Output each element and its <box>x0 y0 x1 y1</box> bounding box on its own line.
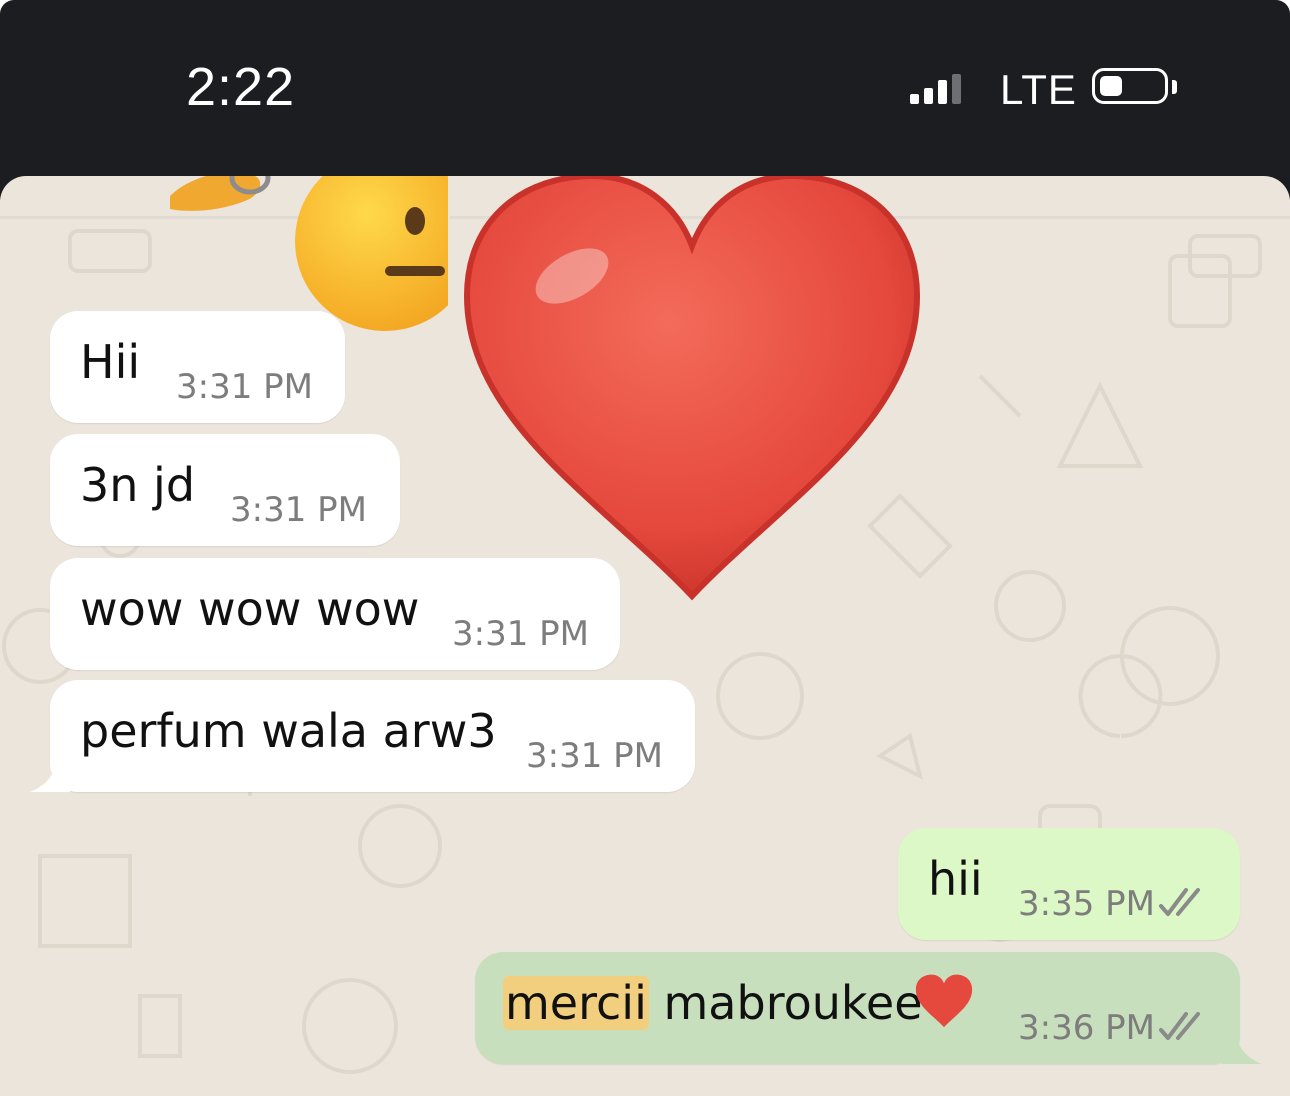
message-time: 3:31 PM <box>452 614 589 654</box>
message-time: 3:31 PM <box>230 490 367 530</box>
message-time: 3:36 PM <box>1018 1008 1155 1048</box>
incoming-message-bubble[interactable]: wow wow wow 3:31 PM <box>50 558 620 670</box>
status-bar: 2:22 LTE <box>0 0 1290 200</box>
double-check-icon <box>1159 1012 1200 1040</box>
signal-strength-icon <box>910 74 961 104</box>
outgoing-message-bubble[interactable]: hii 3:35 PM <box>898 828 1240 940</box>
message-text-rest: mabroukee <box>648 976 923 1030</box>
outgoing-message-bubble[interactable]: mercii mabroukee 3:36 PM <box>475 952 1240 1064</box>
network-type: LTE <box>1000 66 1077 113</box>
double-check-icon <box>1159 888 1200 916</box>
red-heart-emoji <box>463 176 921 601</box>
message-text: mercii mabroukee <box>503 976 923 1030</box>
message-text: 3n jd <box>80 458 196 512</box>
chat-area[interactable]: Hii 3:31 PM 3n jd 3:31 PM wow wow wow 3:… <box>0 176 1290 1096</box>
message-time: 3:31 PM <box>176 367 313 407</box>
message-time: 3:35 PM <box>1018 884 1155 924</box>
highlighted-text: mercii <box>503 976 649 1030</box>
red-heart-emoji-inline <box>915 974 973 1028</box>
message-text: wow wow wow <box>80 582 420 636</box>
battery-tip <box>1172 80 1177 94</box>
status-time: 2:22 <box>186 57 296 117</box>
message-text: perfum wala arw3 <box>80 704 497 758</box>
incoming-message-bubble[interactable]: perfum wala arw3 3:31 PM <box>50 680 695 792</box>
battery-icon <box>1092 68 1168 104</box>
message-time: 3:31 PM <box>526 736 663 776</box>
bubble-tail <box>1222 1034 1262 1064</box>
message-text: hii <box>928 852 983 906</box>
bubble-tail <box>30 762 70 792</box>
message-text: Hii <box>80 335 141 389</box>
incoming-message-bubble[interactable]: Hii 3:31 PM <box>50 311 345 423</box>
incoming-message-bubble[interactable]: 3n jd 3:31 PM <box>50 434 400 546</box>
